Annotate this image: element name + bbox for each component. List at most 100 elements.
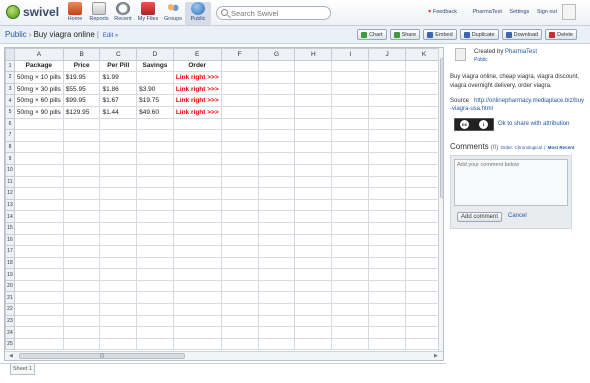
column-header[interactable]: C <box>99 48 138 61</box>
table-cell[interactable] <box>331 105 370 119</box>
table-cell[interactable] <box>136 221 174 235</box>
table-cell[interactable] <box>62 291 101 305</box>
table-cell[interactable] <box>136 245 174 258</box>
table-cell[interactable] <box>331 221 370 235</box>
table-cell[interactable] <box>99 198 138 212</box>
delete-button[interactable]: Delete <box>545 29 577 40</box>
table-cell[interactable] <box>331 175 370 189</box>
cancel-link[interactable]: Cancel <box>508 213 527 219</box>
table-cell[interactable] <box>294 221 333 235</box>
table-cell[interactable] <box>136 152 174 165</box>
sheet-tab[interactable]: Sheet 1 <box>10 364 35 375</box>
table-cell[interactable] <box>172 221 222 235</box>
table-cell[interactable] <box>294 279 333 293</box>
table-cell[interactable] <box>136 326 174 339</box>
row-header[interactable]: 3 <box>5 82 15 96</box>
table-cell[interactable] <box>136 279 174 293</box>
comment-textarea[interactable] <box>454 159 568 206</box>
table-cell[interactable] <box>136 117 174 131</box>
table-cell[interactable] <box>257 105 296 119</box>
table-cell[interactable] <box>368 303 407 316</box>
table-cell[interactable] <box>220 314 259 328</box>
order-most-recent-link[interactable]: Most Recent <box>548 145 575 150</box>
table-cell[interactable] <box>172 314 222 328</box>
table-cell[interactable] <box>368 337 407 351</box>
table-cell[interactable] <box>257 198 296 212</box>
table-cell[interactable] <box>62 245 101 258</box>
table-cell[interactable] <box>172 187 222 200</box>
table-cell[interactable] <box>368 163 407 177</box>
row-header[interactable]: 19 <box>5 268 15 281</box>
table-cell[interactable] <box>62 314 101 328</box>
table-cell[interactable] <box>172 256 222 270</box>
table-cell[interactable] <box>99 245 138 258</box>
table-cell[interactable] <box>13 314 64 328</box>
table-cell[interactable]: $19.95 <box>62 71 101 84</box>
table-cell[interactable] <box>99 129 138 142</box>
table-cell[interactable] <box>99 117 138 131</box>
table-cell[interactable] <box>13 129 64 142</box>
table-cell[interactable] <box>257 71 296 84</box>
table-cell[interactable] <box>405 117 443 131</box>
table-cell[interactable]: $55.95 <box>62 82 101 96</box>
table-cell[interactable] <box>62 303 101 316</box>
table-cell[interactable] <box>257 337 296 351</box>
nav-public[interactable]: Public <box>185 2 211 25</box>
order-chronological-link[interactable]: Order: Chronological <box>501 145 543 150</box>
table-cell[interactable] <box>405 221 443 235</box>
table-cell[interactable] <box>405 198 443 212</box>
table-cell[interactable]: Price <box>62 59 101 73</box>
table-cell[interactable] <box>331 303 370 316</box>
table-cell[interactable] <box>172 140 222 154</box>
table-cell[interactable] <box>331 210 370 223</box>
row-header[interactable]: 17 <box>5 245 15 258</box>
corner-cell[interactable] <box>5 48 15 61</box>
table-cell[interactable] <box>257 175 296 189</box>
table-cell[interactable]: Link right >>> <box>172 71 222 84</box>
table-cell[interactable] <box>13 117 64 131</box>
column-header[interactable]: A <box>13 48 64 61</box>
table-cell[interactable] <box>62 152 101 165</box>
table-cell[interactable] <box>62 198 101 212</box>
table-cell[interactable] <box>220 59 259 73</box>
table-cell[interactable]: $99.95 <box>62 94 101 107</box>
table-cell[interactable] <box>136 291 174 305</box>
table-cell[interactable] <box>405 233 443 247</box>
table-cell[interactable] <box>257 59 296 73</box>
spreadsheet-grid[interactable]: A B C D E F G H I J K 1 Package Price Per P… <box>4 47 444 361</box>
table-cell[interactable]: Package <box>13 59 64 73</box>
table-cell[interactable] <box>405 105 443 119</box>
table-cell[interactable] <box>331 59 370 73</box>
table-cell[interactable] <box>62 187 101 200</box>
table-cell[interactable] <box>368 140 407 154</box>
search-input[interactable] <box>231 8 327 18</box>
table-cell[interactable] <box>368 59 407 73</box>
table-cell[interactable]: Link right >>> <box>172 82 222 96</box>
table-cell[interactable] <box>368 210 407 223</box>
table-cell[interactable] <box>331 256 370 270</box>
visibility-link[interactable]: Public <box>474 57 488 63</box>
row-header[interactable]: 2 <box>5 71 15 84</box>
table-cell[interactable] <box>13 245 64 258</box>
nav-recent[interactable]: Recent <box>110 2 136 22</box>
row-header[interactable]: 16 <box>5 233 15 247</box>
table-cell[interactable]: $129.95 <box>62 105 101 119</box>
table-cell[interactable] <box>405 303 443 316</box>
table-cell[interactable] <box>13 256 64 270</box>
table-cell[interactable] <box>405 71 443 84</box>
table-cell[interactable] <box>368 221 407 235</box>
table-cell[interactable] <box>331 163 370 177</box>
row-header[interactable]: 7 <box>5 129 15 142</box>
table-cell[interactable] <box>172 245 222 258</box>
table-cell[interactable] <box>257 163 296 177</box>
column-header[interactable]: B <box>62 48 101 61</box>
table-cell[interactable] <box>136 210 174 223</box>
table-cell[interactable] <box>368 105 407 119</box>
column-header[interactable]: D <box>136 48 174 61</box>
table-cell[interactable] <box>368 71 407 84</box>
table-cell[interactable] <box>294 291 333 305</box>
chart-button[interactable]: Chart <box>357 29 387 40</box>
table-cell[interactable] <box>405 82 443 96</box>
table-cell[interactable] <box>62 210 101 223</box>
table-cell[interactable] <box>220 129 259 142</box>
